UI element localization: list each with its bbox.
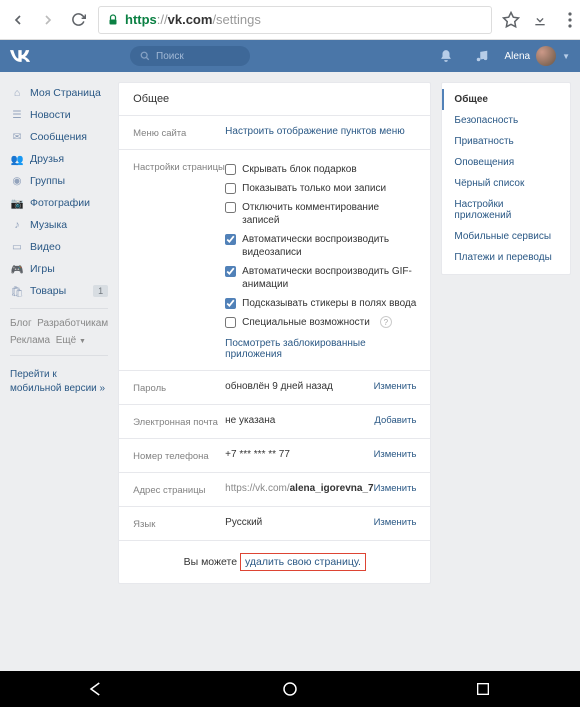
star-icon[interactable]: [502, 11, 522, 29]
ads-link[interactable]: Реклама: [10, 335, 50, 346]
lang-change-link[interactable]: Изменить: [374, 517, 417, 530]
video-icon: ▭: [10, 240, 24, 254]
games-icon: 🎮: [10, 262, 24, 276]
lang-value: Русский: [225, 517, 373, 530]
badge: 1: [93, 285, 108, 297]
photos-icon: 📷: [10, 196, 24, 210]
music-icon[interactable]: [475, 49, 489, 63]
checkbox-hide-gifts[interactable]: Скрывать блок подарков: [225, 160, 416, 179]
search-placeholder: Поиск: [156, 51, 184, 62]
more-menu-icon[interactable]: [568, 12, 572, 28]
dev-link[interactable]: Разработчикам: [37, 318, 108, 329]
tab-security[interactable]: Безопасность: [442, 110, 570, 131]
download-icon[interactable]: [532, 12, 552, 28]
tab-payments[interactable]: Платежи и переводы: [442, 247, 570, 268]
settings-card: Общее Меню сайта Настроить отображение п…: [118, 82, 431, 584]
page-settings-label: Настройки страницы: [133, 160, 225, 360]
help-icon[interactable]: ?: [380, 316, 392, 328]
left-nav: ⌂Моя Страница ☰Новости ✉Сообщения 👥Друзь…: [10, 72, 108, 584]
nav-groups[interactable]: ◉Группы: [10, 170, 108, 192]
android-home-button[interactable]: [276, 675, 304, 703]
address-change-link[interactable]: Изменить: [374, 483, 417, 496]
blog-link[interactable]: Блог: [10, 318, 32, 329]
nav-my-page[interactable]: ⌂Моя Страница: [10, 82, 108, 104]
email-add-link[interactable]: Добавить: [374, 415, 416, 428]
username: Alena: [505, 51, 531, 62]
notifications-icon[interactable]: [439, 49, 453, 63]
checkbox-autoplay-video[interactable]: Автоматически воспроизводить видеозаписи: [225, 230, 416, 262]
password-value: обновлён 9 дней назад: [225, 381, 373, 394]
phone-change-link[interactable]: Изменить: [374, 449, 417, 462]
footer-links: Блог Разработчикам: [10, 315, 108, 332]
android-nav-bar: [0, 671, 580, 707]
email-value: не указана: [225, 415, 374, 428]
android-recent-button[interactable]: [469, 675, 497, 703]
card-title: Общее: [119, 83, 430, 116]
nav-friends[interactable]: 👥Друзья: [10, 148, 108, 170]
checkbox-only-my-posts[interactable]: Показывать только мои записи: [225, 179, 416, 198]
email-label: Электронная почта: [133, 415, 225, 428]
tab-notifications[interactable]: Оповещения: [442, 152, 570, 173]
home-icon: ⌂: [10, 86, 24, 100]
password-label: Пароль: [133, 381, 225, 394]
nav-music[interactable]: ♪Музыка: [10, 214, 108, 236]
tab-app-settings[interactable]: Настройки приложений: [442, 194, 570, 226]
forward-button[interactable]: [38, 10, 58, 30]
reload-button[interactable]: [68, 10, 88, 30]
groups-icon: ◉: [10, 174, 24, 188]
android-back-button[interactable]: [83, 675, 111, 703]
tab-general[interactable]: Общее: [442, 89, 570, 110]
mobile-version-link[interactable]: Перейти к мобильной версии »: [10, 362, 108, 396]
tab-mobile[interactable]: Мобильные сервисы: [442, 226, 570, 247]
more-link[interactable]: Ещё: [56, 335, 76, 346]
tab-privacy[interactable]: Приватность: [442, 131, 570, 152]
delete-account-row: Вы можете удалить свою страницу.: [119, 541, 430, 583]
lock-icon: [107, 14, 119, 26]
checkbox-autoplay-gif[interactable]: Автоматически воспроизводить GIF-анимаци…: [225, 262, 416, 294]
phone-value: +7 *** *** ** 77: [225, 449, 373, 462]
menu-configure-link[interactable]: Настроить отображение пунктов меню: [225, 126, 416, 139]
password-change-link[interactable]: Изменить: [374, 381, 417, 394]
url-text: https://vk.com/settings: [125, 12, 261, 27]
friends-icon: 👥: [10, 152, 24, 166]
checkbox-disable-comments[interactable]: Отключить комментирование записей: [225, 198, 416, 230]
nav-games[interactable]: 🎮Игры: [10, 258, 108, 280]
chevron-down-icon: ▼: [562, 52, 570, 61]
browser-bar: https://vk.com/settings: [0, 0, 580, 40]
nav-news[interactable]: ☰Новости: [10, 104, 108, 126]
nav-photos[interactable]: 📷Фотографии: [10, 192, 108, 214]
tab-blacklist[interactable]: Чёрный список: [442, 173, 570, 194]
messages-icon: ✉: [10, 130, 24, 144]
back-button[interactable]: [8, 10, 28, 30]
menu-label: Меню сайта: [133, 126, 225, 139]
nav-messages[interactable]: ✉Сообщения: [10, 126, 108, 148]
nav-video[interactable]: ▭Видео: [10, 236, 108, 258]
news-icon: ☰: [10, 108, 24, 122]
address-value: https://vk.com/alena_igorevna_7: [225, 483, 373, 496]
market-icon: 🛍: [10, 284, 24, 298]
checkbox-sticker-hints[interactable]: Подсказывать стикеры в полях ввода: [225, 294, 416, 313]
footer-links-2: Реклама Ещё ▼: [10, 332, 108, 349]
avatar: [536, 46, 556, 66]
delete-account-link[interactable]: удалить свою страницу.: [240, 553, 366, 571]
user-menu[interactable]: Alena ▼: [505, 46, 571, 66]
music-nav-icon: ♪: [10, 218, 24, 232]
nav-market[interactable]: 🛍Товары1: [10, 280, 108, 302]
settings-tabs: Общее Безопасность Приватность Оповещени…: [441, 82, 571, 275]
lang-label: Язык: [133, 517, 225, 530]
blocked-apps-link[interactable]: Посмотреть заблокированные приложения: [225, 332, 416, 360]
checkbox-accessibility[interactable]: Специальные возможности?: [225, 313, 416, 332]
vk-header: Поиск Alena ▼: [0, 40, 580, 72]
search-input[interactable]: Поиск: [130, 46, 250, 66]
phone-label: Номер телефона: [133, 449, 225, 462]
url-bar[interactable]: https://vk.com/settings: [98, 6, 492, 34]
address-label: Адрес страницы: [133, 483, 225, 496]
search-icon: [140, 51, 150, 61]
vk-logo-icon[interactable]: [10, 50, 30, 62]
